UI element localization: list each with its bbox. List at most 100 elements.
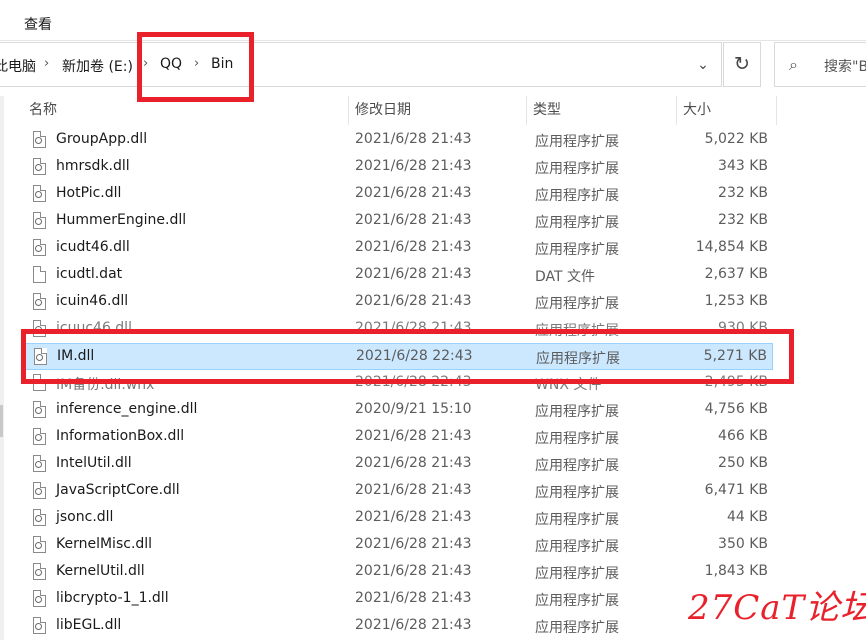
file-date: 2021/6/28 21:43: [355, 617, 472, 633]
refresh-icon: ↻: [734, 53, 750, 75]
file-date: 2021/6/28 21:43: [355, 158, 472, 174]
column-header-date[interactable]: 修改日期: [349, 96, 527, 125]
file-date: 2021/6/28 21:43: [355, 428, 472, 444]
file-type: 应用程序扩展: [535, 566, 619, 582]
dll-file-icon: [33, 158, 46, 175]
file-size: 4,756 KB: [704, 401, 768, 417]
table-row[interactable]: libcrypto-1_1.dll 2021/6/28 21:43 应用程序扩展: [23, 586, 773, 613]
file-name: HummerEngine.dll: [56, 212, 187, 228]
file-type: 应用程序扩展: [535, 215, 619, 231]
file-size: 2,637 KB: [704, 266, 768, 282]
dll-file-icon: [33, 428, 46, 445]
file-name: libcrypto-1_1.dll: [56, 590, 169, 606]
file-size: 250 KB: [718, 455, 768, 471]
file-date: 2021/6/28 21:43: [355, 266, 472, 282]
file-name: hmrsdk.dll: [56, 158, 130, 174]
navigation-pane-edge: [0, 96, 4, 640]
dll-file-icon: [33, 563, 46, 580]
table-row[interactable]: IntelUtil.dll 2021/6/28 21:43 应用程序扩展 250…: [23, 451, 773, 478]
file-date: 2021/6/28 21:43: [355, 293, 472, 309]
table-row[interactable]: hmrsdk.dll 2021/6/28 21:43 应用程序扩展 343 KB: [23, 154, 773, 181]
table-row[interactable]: icuin46.dll 2021/6/28 21:43 应用程序扩展 1,253…: [23, 289, 773, 316]
file-date: 2021/6/28 21:43: [355, 212, 472, 228]
file-name: jsonc.dll: [56, 509, 114, 525]
table-row[interactable]: KernelMisc.dll 2021/6/28 21:43 应用程序扩展 35…: [23, 532, 773, 559]
breadcrumb-drive-e[interactable]: 新加卷 (E:): [62, 56, 133, 76]
file-type: 应用程序扩展: [535, 296, 619, 312]
search-placeholder: 搜索"Bin": [824, 59, 866, 75]
column-header-type[interactable]: 类型: [527, 96, 677, 125]
table-row[interactable]: jsonc.dll 2021/6/28 21:43 应用程序扩展 44 KB: [23, 505, 773, 532]
tab-view[interactable]: 查看: [24, 14, 52, 34]
file-name: JavaScriptCore.dll: [56, 482, 180, 498]
search-icon: ⌕: [789, 55, 798, 74]
file-type: 应用程序扩展: [535, 242, 619, 258]
dll-file-icon: [33, 590, 46, 607]
watermark: 27CaT论坛: [688, 588, 866, 628]
search-input[interactable]: ⌕ 搜索"Bin": [774, 42, 866, 87]
file-size: 350 KB: [718, 536, 768, 552]
file-size: 1,253 KB: [704, 293, 768, 309]
file-date: 2020/9/21 15:10: [355, 401, 472, 417]
dll-file-icon: [33, 482, 46, 499]
file-type: 应用程序扩展: [535, 431, 619, 447]
file-name: HotPic.dll: [56, 185, 122, 201]
table-row[interactable]: HotPic.dll 2021/6/28 21:43 应用程序扩展 232 KB: [23, 181, 773, 208]
file-date: 2021/6/28 21:43: [355, 455, 472, 471]
table-row[interactable]: JavaScriptCore.dll 2021/6/28 21:43 应用程序扩…: [23, 478, 773, 505]
dll-file-icon: [33, 401, 46, 418]
blank-file-icon: [33, 266, 46, 283]
highlight-box-file: [21, 329, 794, 384]
file-size: 5,022 KB: [704, 131, 768, 147]
file-name: icudtl.dat: [56, 266, 123, 282]
table-row[interactable]: KernelUtil.dll 2021/6/28 21:43 应用程序扩展 1,…: [23, 559, 773, 586]
breadcrumb-this-pc[interactable]: 此电脑: [0, 56, 36, 76]
file-name: inference_engine.dll: [56, 401, 198, 417]
refresh-button[interactable]: ↻: [723, 42, 761, 87]
file-name: IntelUtil.dll: [56, 455, 132, 471]
table-row[interactable]: inference_engine.dll 2020/9/21 15:10 应用程…: [23, 397, 773, 424]
chevron-down-icon[interactable]: ⌄: [690, 57, 716, 77]
file-date: 2021/6/28 21:43: [355, 563, 472, 579]
file-name: icuin46.dll: [56, 293, 129, 309]
highlight-box-path: [137, 32, 254, 102]
chevron-right-icon[interactable]: ›: [44, 56, 49, 71]
file-date: 2021/6/28 21:43: [355, 185, 472, 201]
file-type: 应用程序扩展: [535, 404, 619, 420]
file-size: 6,471 KB: [704, 482, 768, 498]
dll-file-icon: [33, 293, 46, 310]
file-type: 应用程序扩展: [535, 485, 619, 501]
table-row[interactable]: icudtl.dat 2021/6/28 21:43 DAT 文件 2,637 …: [23, 262, 773, 289]
dll-file-icon: [33, 455, 46, 472]
dll-file-icon: [33, 239, 46, 256]
table-row[interactable]: HummerEngine.dll 2021/6/28 21:43 应用程序扩展 …: [23, 208, 773, 235]
column-header-size[interactable]: 大小: [677, 96, 777, 125]
file-type: 应用程序扩展: [535, 458, 619, 474]
file-name: KernelUtil.dll: [56, 563, 145, 579]
file-name: InformationBox.dll: [56, 428, 185, 444]
file-size: 232 KB: [718, 185, 768, 201]
file-date: 2021/6/28 21:43: [355, 131, 472, 147]
file-type: 应用程序扩展: [535, 539, 619, 555]
file-type: 应用程序扩展: [535, 512, 619, 528]
file-name: GroupApp.dll: [56, 131, 148, 147]
file-name: icudt46.dll: [56, 239, 130, 255]
file-date: 2021/6/28 21:43: [355, 536, 472, 552]
table-row[interactable]: InformationBox.dll 2021/6/28 21:43 应用程序扩…: [23, 424, 773, 451]
table-row[interactable]: libEGL.dll 2021/6/28 21:43 应用程序扩展: [23, 613, 773, 640]
scrollbar-thumb[interactable]: [0, 405, 3, 437]
file-name: libEGL.dll: [56, 617, 122, 633]
dll-file-icon: [33, 212, 46, 229]
file-size: 44 KB: [726, 509, 768, 525]
file-type: 应用程序扩展: [535, 188, 619, 204]
file-size: 232 KB: [718, 212, 768, 228]
address-bar[interactable]: 此电脑 › 新加卷 (E:) › QQ › Bin ⌄: [0, 42, 722, 87]
table-row[interactable]: GroupApp.dll 2021/6/28 21:43 应用程序扩展 5,02…: [23, 127, 773, 154]
dll-file-icon: [33, 536, 46, 553]
file-type: 应用程序扩展: [535, 161, 619, 177]
file-size: 14,854 KB: [695, 239, 768, 255]
dll-file-icon: [33, 185, 46, 202]
dll-file-icon: [33, 617, 46, 634]
file-type: 应用程序扩展: [535, 593, 619, 609]
table-row[interactable]: icudt46.dll 2021/6/28 21:43 应用程序扩展 14,85…: [23, 235, 773, 262]
